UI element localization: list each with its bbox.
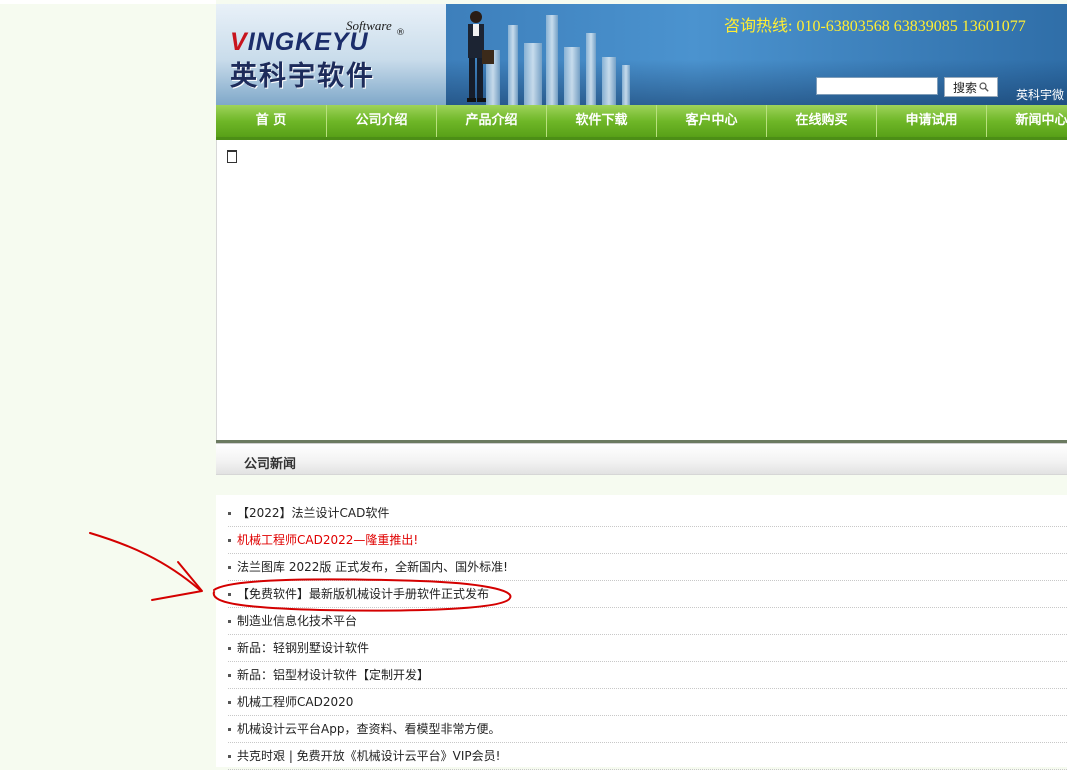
news-item[interactable]: 制造业信息化技术平台 <box>228 608 1067 635</box>
news-item[interactable]: 共克时艰 | 免费开放《机械设计云平台》VIP会员! <box>228 743 1067 770</box>
nav-customer-center[interactable]: 客户中心 <box>656 105 766 137</box>
logo-wordmark-rest: INGKEYU <box>247 28 369 56</box>
nav-news-center[interactable]: 新闻中心 <box>986 105 1067 137</box>
building <box>524 43 542 105</box>
nav-product-intro[interactable]: 产品介绍 <box>436 105 546 137</box>
site-header-banner: Software ® VINGKEYU 英科宇软件 咨询热线: 010-6380… <box>216 4 1067 105</box>
nav-apply-trial[interactable]: 申请试用 <box>876 105 986 137</box>
building <box>508 25 518 105</box>
news-item[interactable]: 机械工程师CAD2022—隆重推出! <box>228 527 1067 554</box>
building <box>602 57 616 105</box>
nav-home[interactable]: 首 页 <box>216 105 326 137</box>
company-news-header: 公司新闻 <box>216 443 1067 475</box>
left-blank-area <box>0 0 216 767</box>
logo-v-letter: V <box>230 28 248 56</box>
nav-company-intro[interactable]: 公司介绍 <box>326 105 436 137</box>
search-button-label: 搜索 <box>952 80 977 95</box>
news-list: 【2022】法兰设计CAD软件 机械工程师CAD2022—隆重推出! 法兰图库 … <box>228 500 1067 770</box>
logo-english-wordmark[interactable]: VINGKEYU <box>230 28 369 57</box>
building <box>546 15 558 105</box>
building <box>622 65 630 105</box>
search-input[interactable] <box>816 77 938 95</box>
main-content-area <box>216 140 1067 440</box>
news-item[interactable]: 【2022】法兰设计CAD软件 <box>228 500 1067 527</box>
logo-registered-mark: ® <box>396 28 405 38</box>
wechat-label[interactable]: 英科宇微 <box>1016 86 1064 103</box>
businessman-figure <box>467 11 494 102</box>
broken-image-icon <box>227 150 237 163</box>
logo-chinese-name[interactable]: 英科宇软件 <box>230 54 375 93</box>
news-item[interactable]: 新品：铝型材设计软件【定制开发】 <box>228 662 1067 689</box>
news-item[interactable]: 新品：轻钢别墅设计软件 <box>228 635 1067 662</box>
main-nav: 首 页 公司介绍 产品介绍 软件下载 客户中心 在线购买 申请试用 新闻中心 <box>216 105 1067 137</box>
search-icon <box>979 82 989 92</box>
news-item[interactable]: 机械工程师CAD2020 <box>228 689 1067 716</box>
company-news-title: 公司新闻 <box>244 457 297 472</box>
building <box>586 33 596 105</box>
building <box>564 47 580 105</box>
nav-online-purchase[interactable]: 在线购买 <box>766 105 876 137</box>
nav-software-download[interactable]: 软件下载 <box>546 105 656 137</box>
top-strip <box>0 0 216 4</box>
news-item[interactable]: 机械设计云平台App，查资料、看模型非常方便。 <box>228 716 1067 743</box>
news-item[interactable]: 【免费软件】最新版机械设计手册软件正式发布 <box>228 581 1067 608</box>
consult-hotline: 咨询热线: 010-63803568 63839085 13601077 <box>724 18 1026 35</box>
news-area: 【2022】法兰设计CAD软件 机械工程师CAD2022—隆重推出! 法兰图库 … <box>216 495 1067 770</box>
logo-panel: Software ® VINGKEYU 英科宇软件 <box>216 4 446 105</box>
search-button[interactable]: 搜索 <box>944 77 998 97</box>
news-item[interactable]: 法兰图库 2022版 正式发布，全新国内、国外标准! <box>228 554 1067 581</box>
